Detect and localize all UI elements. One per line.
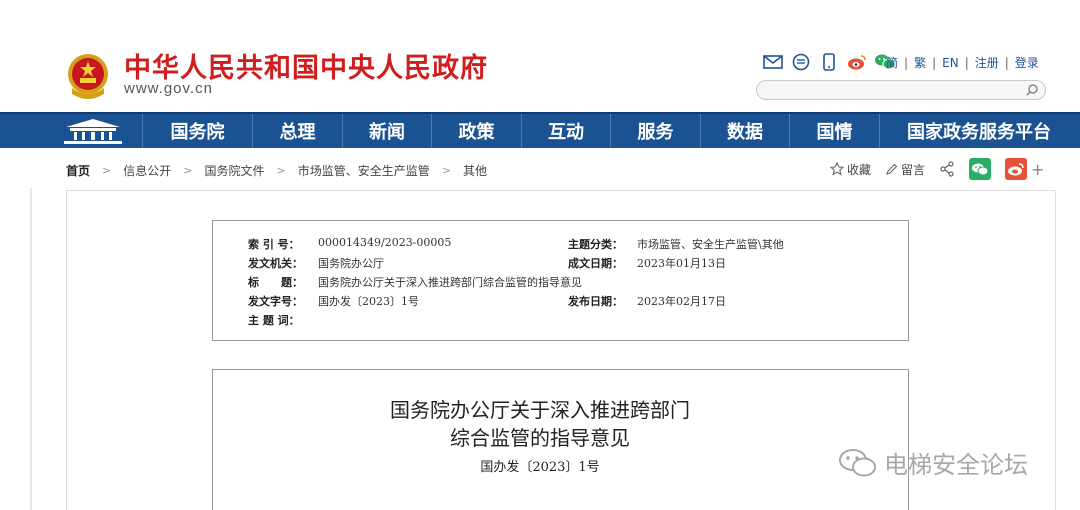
comment-button[interactable]: 留言 — [885, 161, 925, 178]
breadcrumb-market-regulation[interactable]: 市场监管、安全生产监管 — [298, 162, 430, 179]
nav-item-interaction[interactable]: 互动 — [521, 114, 610, 148]
page-tools: 收藏 留言 + — [830, 158, 1044, 180]
nav-item-policy[interactable]: 政策 — [431, 114, 521, 148]
share-button[interactable] — [939, 161, 955, 177]
login-link[interactable]: 登录 — [1015, 54, 1039, 71]
favorite-button[interactable]: 收藏 — [830, 161, 871, 178]
breadcrumb-home[interactable]: 首页 — [66, 162, 90, 179]
weibo-icon[interactable] — [846, 52, 868, 72]
nav-item-data[interactable]: 数据 — [700, 114, 789, 148]
meta-row: 主 题 词： — [213, 312, 908, 330]
meta-row: 发文机关： 国务院办公厅 成文日期： 2023年01月13日 — [213, 255, 908, 273]
star-icon — [830, 162, 844, 176]
wechat-watermark-icon — [839, 448, 876, 476]
english-link[interactable]: EN — [942, 56, 959, 70]
document-metadata-table: 索 引 号： 000014349/2023-00005 主题分类： 市场监管、安… — [212, 220, 909, 341]
watermark: 电梯安全论坛 — [838, 445, 1028, 480]
share-wechat-button[interactable] — [969, 158, 992, 180]
nav-item-national-info[interactable]: 国情 — [789, 114, 879, 148]
weibo-icon — [1008, 163, 1024, 176]
title-label: 标 题： — [248, 276, 303, 289]
chevron-right-icon: > — [276, 164, 286, 177]
issuer-value: 国务院办公厅 — [318, 257, 384, 270]
separator: | — [904, 55, 909, 70]
breadcrumb-state-council-docs[interactable]: 国务院文件 — [204, 162, 264, 179]
meta-row: 标 题： 国务院办公厅关于深入推进跨部门综合监管的指导意见 — [213, 274, 908, 292]
home-building-icon[interactable] — [60, 116, 126, 146]
date-created-label: 成文日期： — [568, 257, 623, 270]
separator: | — [1004, 55, 1009, 70]
title-value: 国务院办公厅关于深入推进跨部门综合监管的指导意见 — [318, 276, 582, 289]
nav-item-state-council[interactable]: 国务院 — [142, 114, 252, 148]
breadcrumb-info-public[interactable]: 信息公开 — [123, 162, 171, 179]
nav-item-news[interactable]: 新闻 — [342, 114, 431, 148]
date-created-value: 2023年01月13日 — [637, 257, 726, 270]
breadcrumb-other[interactable]: 其他 — [463, 162, 487, 179]
date-published-value: 2023年02月17日 — [637, 295, 726, 308]
mobile-icon[interactable] — [818, 52, 840, 72]
doc-number-value: 国办发〔2023〕1号 — [318, 295, 419, 308]
meta-row: 发文字号： 国办发〔2023〕1号 发布日期： 2023年02月17日 — [213, 293, 908, 311]
site-url[interactable]: www.gov.cn — [124, 80, 213, 97]
share-icon — [940, 161, 954, 177]
category-value: 市场监管、安全生产监管\其他 — [637, 238, 784, 251]
keywords-label: 主 题 词： — [248, 314, 300, 327]
national-emblem-icon[interactable] — [66, 52, 110, 100]
separator: | — [932, 55, 937, 70]
traditional-link[interactable]: 繁 — [914, 54, 926, 71]
doc-number-label: 发文字号： — [248, 295, 303, 308]
pen-icon — [886, 163, 898, 175]
chevron-right-icon: > — [441, 164, 451, 177]
nav-item-service[interactable]: 服务 — [610, 114, 700, 148]
index-value: 000014349/2023-00005 — [318, 236, 452, 249]
meta-row: 索 引 号： 000014349/2023-00005 主题分类： 市场监管、安… — [213, 236, 908, 254]
simplified-link[interactable]: 简 — [886, 54, 898, 71]
chevron-right-icon: > — [102, 164, 112, 177]
comment-label: 留言 — [901, 162, 926, 177]
chevron-right-icon: > — [183, 164, 193, 177]
mail-icon[interactable] — [762, 52, 784, 72]
more-share-icon[interactable]: + — [1031, 160, 1044, 179]
search-input[interactable] — [756, 80, 1046, 100]
nav-item-gov-service-platform[interactable]: 国家政务服务平台 — [879, 114, 1078, 148]
wechat-icon — [972, 163, 989, 176]
search-icon[interactable] — [1025, 83, 1039, 97]
watermark-text: 电梯安全论坛 — [884, 451, 1028, 479]
category-label: 主题分类： — [568, 238, 623, 251]
favorite-label: 收藏 — [847, 162, 872, 177]
date-published-label: 发布日期： — [568, 295, 623, 308]
site-header: 中华人民共和国中央人民政府 www.gov.cn 简 | 繁 | EN | 注册… — [0, 0, 1080, 112]
document-title-line-1: 国务院办公厅关于深入推进跨部门 — [390, 398, 690, 422]
message-icon[interactable] — [790, 52, 812, 72]
share-weibo-button[interactable] — [1005, 158, 1028, 180]
separator: | — [964, 55, 969, 70]
top-icon-bar — [762, 52, 896, 72]
breadcrumb: 首页 > 信息公开 > 国务院文件 > 市场监管、安全生产监管 > 其他 — [66, 162, 487, 179]
main-navigation: 国务院 总理 新闻 政策 互动 服务 数据 国情 国家政务服务平台 — [0, 112, 1080, 148]
index-label: 索 引 号： — [248, 238, 300, 251]
issuer-label: 发文机关： — [248, 257, 303, 270]
nav-item-premier[interactable]: 总理 — [252, 114, 342, 148]
register-link[interactable]: 注册 — [975, 54, 999, 71]
nav-items: 国务院 总理 新闻 政策 互动 服务 数据 国情 国家政务服务平台 — [142, 114, 1078, 148]
top-links: 简 | 繁 | EN | 注册 | 登录 — [886, 54, 1039, 71]
